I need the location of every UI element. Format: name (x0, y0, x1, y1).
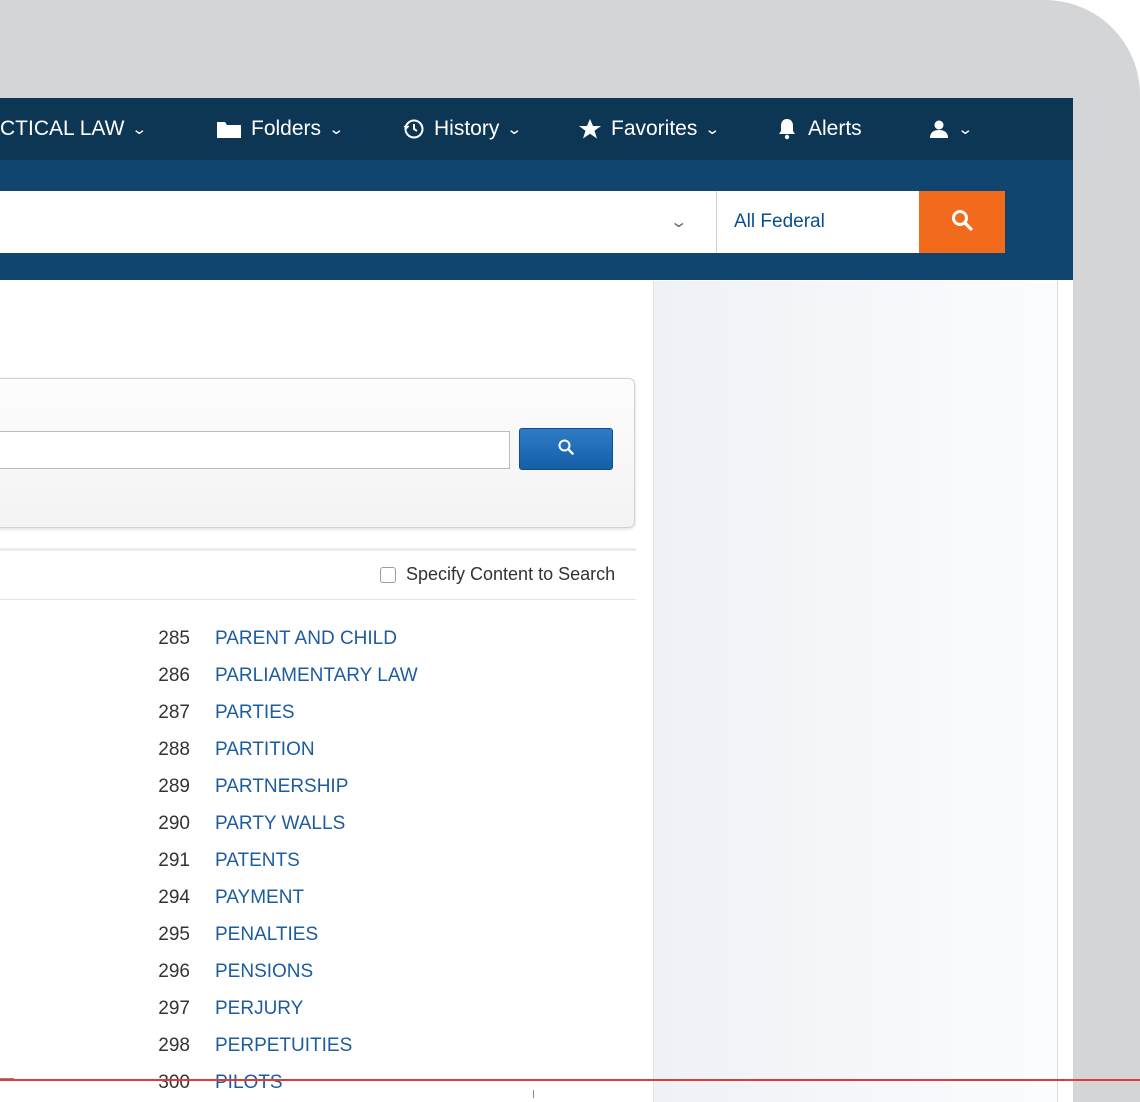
nav-history[interactable]: History ⌄ (403, 98, 523, 160)
topic-number: 298 (158, 1035, 190, 1056)
nav-practical-law[interactable]: CTICAL LAW ⌄ (0, 98, 148, 160)
annotation-tick (533, 1090, 534, 1098)
annotation-tick (0, 1078, 14, 1079)
topic-link[interactable]: PAYMENT (215, 887, 304, 909)
topic-number: 290 (158, 813, 190, 834)
list-item: 297 PERJURY (0, 994, 640, 1024)
nav-alerts-label: Alerts (808, 117, 862, 140)
topic-number: 300 (158, 1072, 190, 1093)
topic-link[interactable]: PARTNERSHIP (215, 776, 348, 798)
topic-link[interactable]: PARLIAMENTARY LAW (215, 665, 418, 687)
topic-number: 296 (158, 961, 190, 982)
search-icon (950, 208, 974, 237)
topic-number: 286 (158, 665, 190, 686)
topic-link[interactable]: PARTITION (215, 739, 315, 761)
list-item: 300 PILOTS (0, 1068, 640, 1098)
list-item: 288 PARTITION (0, 735, 640, 765)
topic-link[interactable]: PARENT AND CHILD (215, 628, 397, 650)
topic-link[interactable]: PERJURY (215, 998, 303, 1020)
folder-icon (216, 119, 242, 139)
annotation-line (0, 1079, 1140, 1081)
topic-search-box (0, 378, 635, 528)
list-item: 287 PARTIES (0, 698, 640, 728)
topic-number: 294 (158, 887, 190, 908)
topic-search-input[interactable] (0, 431, 510, 469)
bell-icon (775, 117, 799, 141)
topic-link[interactable]: PILOTS (215, 1072, 283, 1094)
device-corner (1020, 0, 1140, 98)
topic-number: 295 (158, 924, 190, 945)
global-search-band: ⌄ All Federal (0, 160, 1073, 280)
topic-number: 289 (158, 776, 190, 797)
topic-number: 291 (158, 850, 190, 871)
topic-link[interactable]: PERPETUITIES (215, 1035, 352, 1057)
topic-link[interactable]: PARTIES (215, 702, 295, 724)
topic-link[interactable]: PENALTIES (215, 924, 318, 946)
list-item: 295 PENALTIES (0, 920, 640, 950)
search-icon (557, 438, 575, 461)
list-item: 296 PENSIONS (0, 957, 640, 987)
list-item: 286 PARLIAMENTARY LAW (0, 661, 640, 691)
specify-content-option[interactable]: Specify Content to Search (380, 564, 615, 585)
nav-folders[interactable]: Folders ⌄ (216, 98, 345, 160)
top-navigation: CTICAL LAW ⌄ Folders ⌄ History ⌄ Favorit… (0, 98, 1073, 160)
list-item: 290 PARTY WALLS (0, 809, 640, 839)
global-search-button[interactable] (919, 191, 1005, 253)
topic-number: 285 (158, 628, 190, 649)
topic-number: 297 (158, 998, 190, 1019)
list-item: 291 PATENTS (0, 846, 640, 876)
nav-favorites[interactable]: Favorites ⌄ (578, 98, 721, 160)
nav-favorites-label: Favorites (611, 117, 698, 140)
nav-user-menu[interactable]: ⌄ (928, 98, 974, 160)
star-icon (578, 118, 602, 140)
chevron-down-icon: ⌄ (131, 121, 148, 138)
device-bezel-top (0, 0, 1140, 98)
chevron-down-icon: ⌄ (328, 121, 345, 138)
global-search-input[interactable] (0, 191, 718, 253)
nav-history-label: History (434, 117, 500, 140)
device-bezel-right (1073, 98, 1140, 1102)
list-item: 285 PARENT AND CHILD (0, 624, 640, 654)
list-item: 298 PERPETUITIES (0, 1031, 640, 1061)
topic-link[interactable]: PATENTS (215, 850, 300, 872)
topic-link[interactable]: PENSIONS (215, 961, 313, 983)
list-item: 294 PAYMENT (0, 883, 640, 913)
chevron-down-icon: ⌄ (506, 121, 523, 138)
section-divider (0, 599, 636, 600)
topic-link[interactable]: PARTY WALLS (215, 813, 345, 835)
chevron-down-icon: ⌄ (704, 121, 721, 138)
topic-search-button[interactable] (519, 428, 613, 470)
specify-content-checkbox[interactable] (380, 566, 396, 583)
section-divider (0, 548, 636, 551)
topic-number: 288 (158, 739, 190, 760)
user-icon (928, 119, 950, 139)
chevron-down-icon[interactable]: ⌄ (669, 212, 688, 232)
history-icon (403, 118, 425, 140)
right-sidebar-panel (653, 281, 1058, 1102)
jurisdiction-selector[interactable]: All Federal (717, 191, 919, 253)
nav-folders-label: Folders (251, 117, 322, 140)
specify-content-label: Specify Content to Search (406, 564, 616, 584)
chevron-down-icon: ⌄ (957, 121, 974, 138)
nav-alerts[interactable]: Alerts (775, 98, 862, 160)
list-item: 289 PARTNERSHIP (0, 772, 640, 802)
topic-number: 287 (158, 702, 190, 723)
browser-screen: CTICAL LAW ⌄ Folders ⌄ History ⌄ Favorit… (0, 98, 1073, 1102)
nav-practical-law-label: CTICAL LAW (0, 117, 125, 140)
